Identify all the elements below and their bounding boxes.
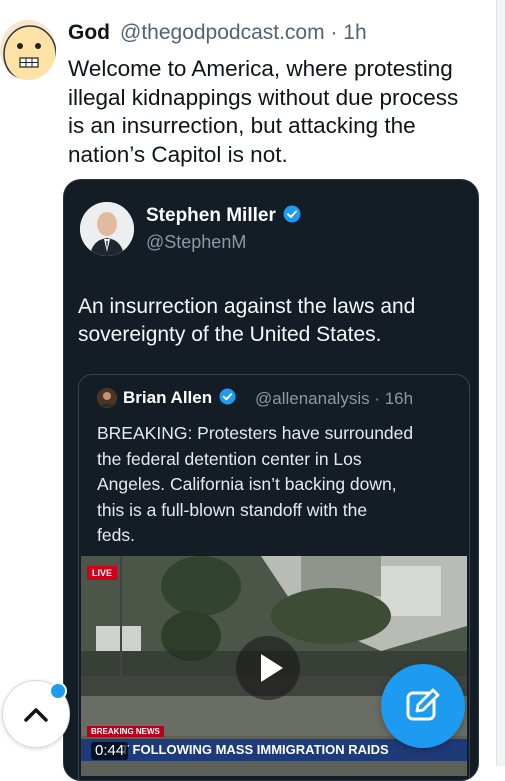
play-button[interactable] (236, 636, 300, 700)
cartoon-face-icon (0, 20, 56, 80)
quoted-author-handle[interactable]: @StephenM (146, 232, 246, 253)
author-name[interactable]: God (68, 21, 110, 45)
live-badge: LIVE (87, 566, 118, 580)
breaking-news-label: BREAKING NEWS (87, 726, 164, 737)
video-duration: 0:44 (91, 742, 129, 760)
nested-text-line: Angeles. California isn’t backing down, (97, 474, 397, 494)
author-avatar[interactable] (0, 20, 56, 80)
nested-author-avatar[interactable] (97, 388, 117, 408)
quoted-text-line: sovereignty of the United States. (78, 323, 382, 346)
scrollbar-track[interactable] (496, 0, 505, 766)
quoted-author-name[interactable]: Stephen Miller (146, 205, 301, 227)
quoted-post-text: An insurrection against the laws and sov… (78, 293, 468, 349)
quoted-author-name-text: Stephen Miller (146, 205, 276, 226)
verified-badge-icon (283, 205, 301, 223)
play-icon (261, 654, 283, 682)
nested-text-line: BREAKING: Protesters have surrounded (97, 423, 414, 443)
quoted-text-line: An insurrection against the laws and (78, 295, 416, 318)
nested-text-line: the federal detention center in Los (97, 448, 362, 469)
verified-badge-icon (219, 388, 236, 405)
post-text: Welcome to America, where protesting ill… (68, 55, 488, 169)
nested-text-line: this is a full-blown standoff with the (97, 499, 368, 520)
nested-text-line: feds. (97, 525, 135, 545)
person-photo-icon (97, 388, 117, 408)
post-text-line: nation’s Capitol is not. (68, 141, 288, 167)
post-text-line: Welcome to America, where protesting (68, 56, 453, 81)
post-text-line: is an insurrection, but attacking the (68, 113, 416, 138)
nested-quote-text: BREAKING: Protesters have surrounded the… (97, 421, 457, 549)
compose-button[interactable] (381, 664, 465, 748)
nested-author-name-text: Brian Allen (123, 388, 213, 407)
nested-author-handle[interactable]: @allenanalysis · 16h (255, 389, 413, 409)
author-handle-timestamp[interactable]: @thegodpodcast.com · 1h (120, 21, 367, 45)
new-posts-indicator (49, 682, 67, 700)
quoted-author-avatar[interactable] (80, 202, 134, 256)
post-text-line: illegal kidnappings without due process (68, 84, 459, 110)
nested-author-name[interactable]: Brian Allen (123, 388, 236, 408)
person-photo-icon (80, 202, 134, 256)
compose-icon (406, 688, 440, 721)
